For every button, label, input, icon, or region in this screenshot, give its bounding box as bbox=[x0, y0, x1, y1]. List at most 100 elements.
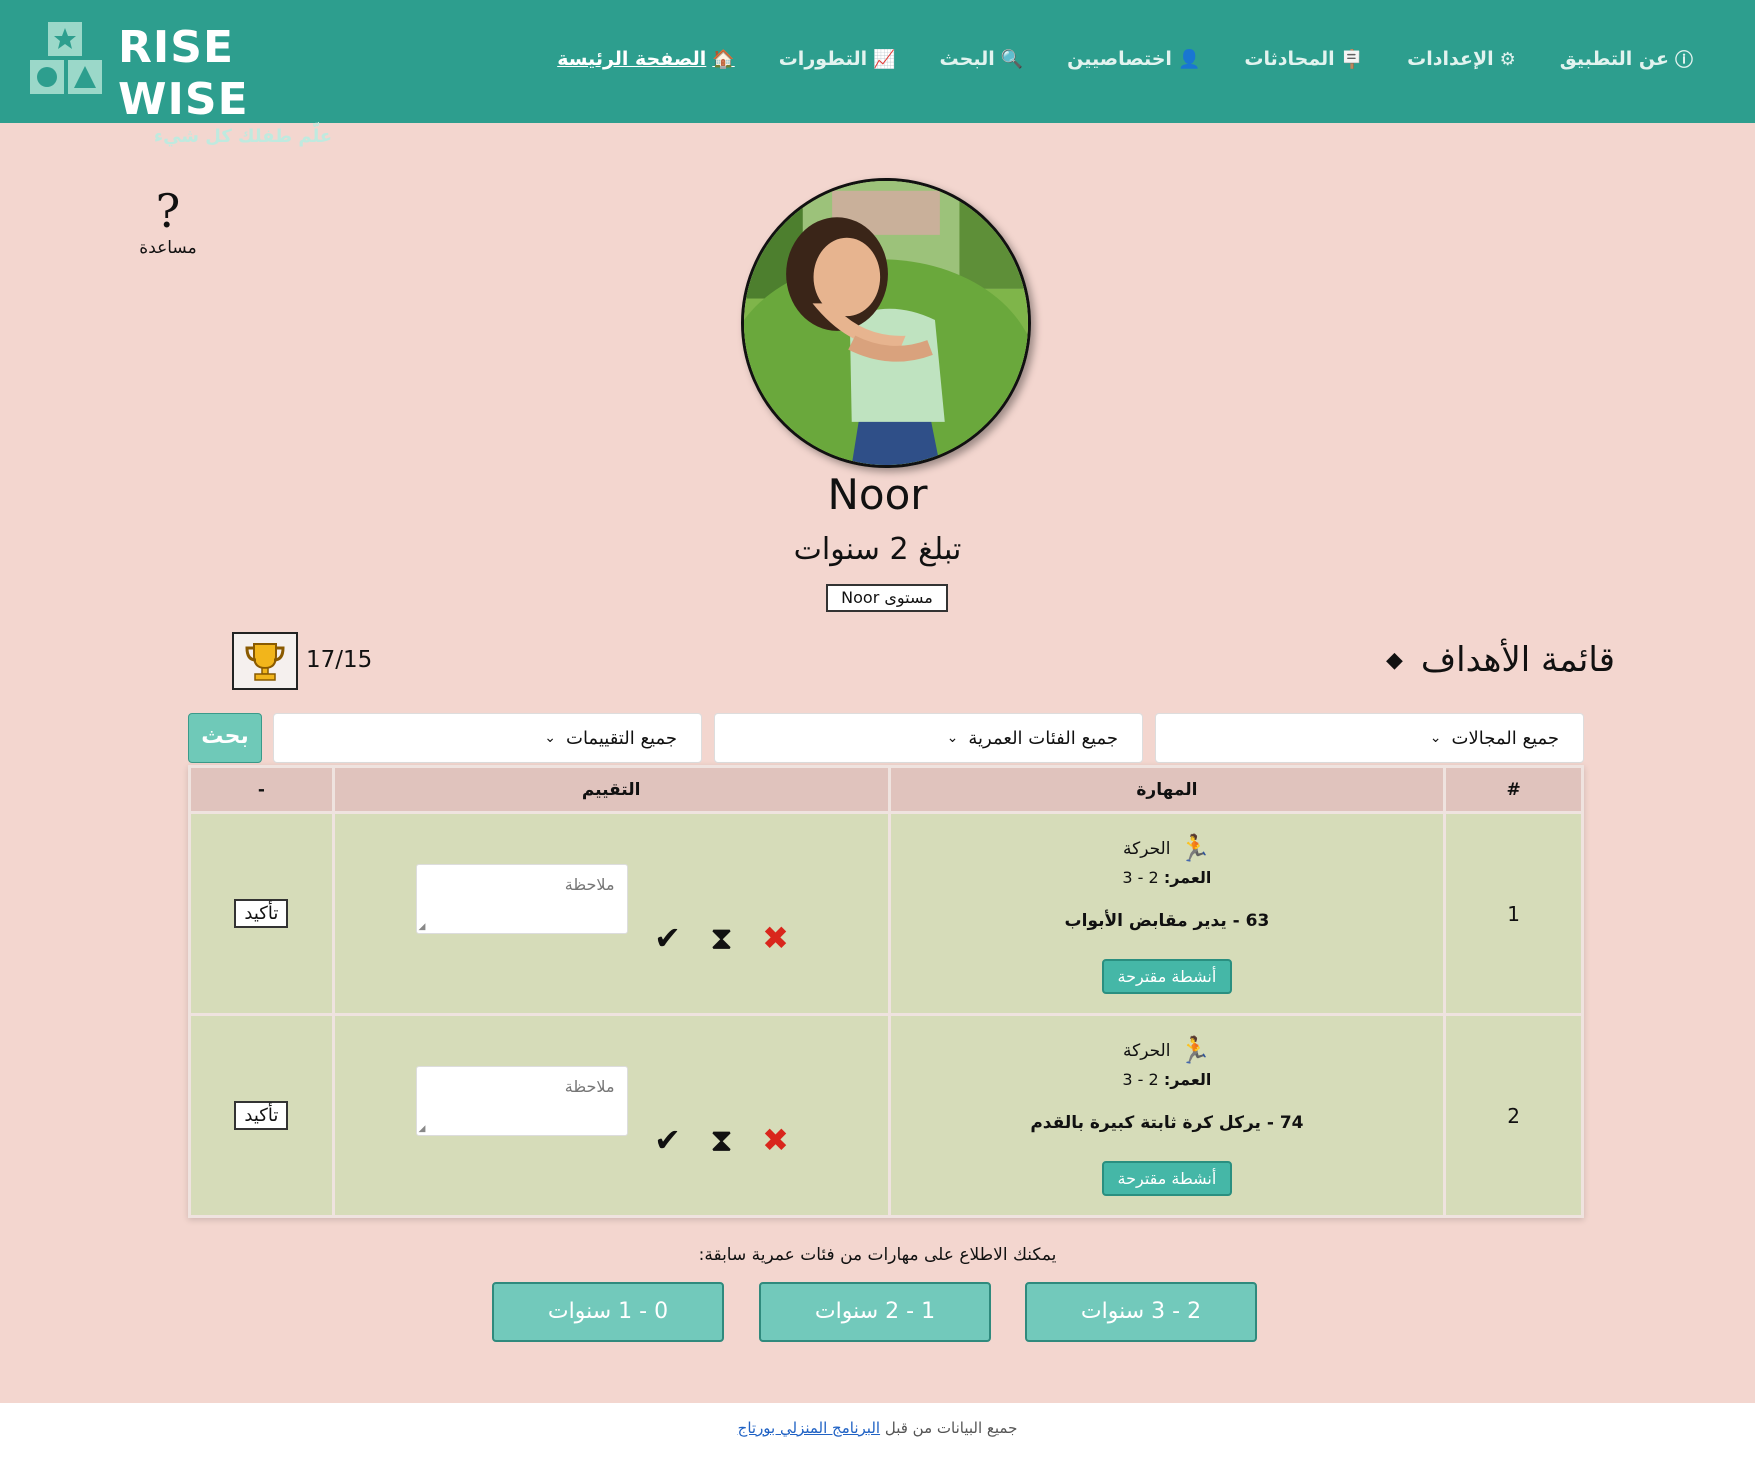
child-name: Noor bbox=[827, 470, 928, 519]
footer-text: جميع البيانات من قبل bbox=[884, 1419, 1018, 1437]
rating-cell: ملاحظة ◢ ✔ ⧗ ✖ bbox=[331, 811, 891, 1016]
table-header-row: # المهارة التقييم - bbox=[188, 765, 1584, 814]
chevron-down-icon: ⌄ bbox=[946, 730, 959, 746]
rating-filter[interactable]: جميع التقييمات ⌄ bbox=[273, 713, 702, 763]
person-icon: 👤 bbox=[1177, 48, 1201, 70]
table-row: 1 🏃 الحركة العمر: 2 - 3 63 - يدير مقابض … bbox=[188, 811, 1584, 1016]
chevron-down-icon: ⌄ bbox=[1429, 730, 1442, 746]
search-icon: 🔍 bbox=[1000, 48, 1024, 70]
age-label: العمر: bbox=[1163, 1069, 1212, 1089]
suggested-activities-button[interactable]: أنشطة مقترحة bbox=[1101, 958, 1233, 994]
rating-options: ✔ ⧗ ✖ bbox=[652, 922, 792, 954]
header-action: - bbox=[188, 765, 335, 814]
child-avatar bbox=[741, 178, 1031, 468]
previous-ages-text: يمكنك الاطلاع على مهارات من فئات عمرية س… bbox=[698, 1245, 1057, 1265]
chevron-down-icon: ⌄ bbox=[544, 730, 556, 746]
home-icon: 🏠 bbox=[712, 48, 735, 70]
check-icon[interactable]: ✔ bbox=[652, 922, 684, 954]
cross-icon[interactable]: ✖ bbox=[760, 1124, 792, 1156]
row-number: 1 bbox=[1443, 811, 1584, 1016]
main-nav: 🏠 الصفحة الرئيسة 📈 التطورات 🔍 البحث 👤 اخ… bbox=[557, 46, 1693, 72]
brand-tagline: علّم طفلك كل شيء bbox=[153, 126, 333, 147]
action-cell: تأكيد bbox=[188, 811, 335, 1016]
blocks-logo-icon[interactable] bbox=[30, 22, 102, 94]
note-placeholder: ملاحظة bbox=[564, 874, 615, 894]
age-value: 2 - 3 bbox=[1122, 867, 1159, 887]
info-icon: ⓘ bbox=[1675, 50, 1693, 71]
age-label: العمر: bbox=[1163, 867, 1212, 887]
domain-label: الحركة bbox=[1123, 838, 1171, 859]
age-group-button-0-1[interactable]: 0 - 1 سنوات bbox=[492, 1282, 724, 1342]
header-skill: المهارة bbox=[887, 765, 1447, 814]
check-icon[interactable]: ✔ bbox=[652, 1124, 684, 1156]
rating-cell: ملاحظة ◢ ✔ ⧗ ✖ bbox=[331, 1013, 891, 1218]
goals-heading: قائمة الأهداف ◆ bbox=[1386, 640, 1615, 680]
resize-handle-icon[interactable]: ◢ bbox=[419, 922, 426, 932]
trophy-icon bbox=[245, 643, 285, 681]
confirm-button[interactable]: تأكيد bbox=[234, 899, 289, 928]
age-value: 2 - 3 bbox=[1122, 1069, 1159, 1089]
hourglass-icon[interactable]: ⧗ bbox=[706, 1124, 738, 1156]
skill-domain: 🏃 الحركة bbox=[891, 834, 1444, 864]
child-age: تبلغ 2 سنوات bbox=[793, 532, 962, 567]
rating-filter-value: جميع التقييمات bbox=[566, 727, 677, 749]
nav-specialists[interactable]: 👤 اختصاصيين bbox=[1067, 46, 1200, 72]
child-photo bbox=[744, 181, 1028, 465]
chart-icon: 📈 bbox=[873, 48, 896, 70]
trophy-button[interactable] bbox=[232, 632, 298, 690]
age-filter[interactable]: جميع الفئات العمرية ⌄ bbox=[714, 713, 1143, 763]
nav-settings[interactable]: ⚙ الإعدادات bbox=[1407, 46, 1516, 72]
nav-specialists-label: اختصاصيين bbox=[1067, 48, 1172, 70]
footer-link[interactable]: البرنامج المنزلي بورتاج bbox=[738, 1419, 880, 1437]
question-mark-icon: ? bbox=[155, 184, 181, 238]
brand-name: RISE WISE bbox=[118, 22, 249, 125]
diamond-icon[interactable]: ◆ bbox=[1386, 648, 1403, 673]
confirm-button[interactable]: تأكيد bbox=[234, 1101, 289, 1130]
domain-label: الحركة bbox=[1123, 1040, 1171, 1061]
running-person-icon: 🏃 bbox=[1178, 833, 1211, 864]
nav-chats-label: المحادثات bbox=[1244, 48, 1335, 70]
footer: جميع البيانات من قبل البرنامج المنزلي بو… bbox=[0, 1403, 1755, 1460]
note-textarea[interactable]: ملاحظة ◢ bbox=[415, 1065, 628, 1136]
top-navbar: RISE WISE علّم طفلك كل شيء 🏠 الصفحة الرئ… bbox=[0, 0, 1755, 147]
skill-age: العمر: 2 - 3 bbox=[891, 1070, 1444, 1089]
skill-age: العمر: 2 - 3 bbox=[891, 868, 1444, 887]
domain-filter-value: جميع المجالات bbox=[1451, 727, 1559, 749]
search-button[interactable]: بحث bbox=[188, 713, 262, 763]
level-button[interactable]: مستوى Noor bbox=[826, 584, 948, 612]
rating-options: ✔ ⧗ ✖ bbox=[652, 1124, 792, 1156]
gear-icon: ⚙ bbox=[1499, 48, 1516, 70]
nav-search[interactable]: 🔍 البحث bbox=[940, 46, 1024, 72]
nav-home[interactable]: 🏠 الصفحة الرئيسة bbox=[557, 46, 735, 72]
skill-name: 63 - يدير مقابض الأبواب bbox=[1064, 910, 1270, 931]
hourglass-icon[interactable]: ⧗ bbox=[706, 922, 738, 954]
note-placeholder: ملاحظة bbox=[564, 1076, 615, 1096]
action-cell: تأكيد bbox=[188, 1013, 335, 1218]
domain-filter[interactable]: جميع المجالات ⌄ bbox=[1155, 713, 1584, 763]
brand[interactable]: RISE WISE علّم طفلك كل شيء bbox=[118, 22, 368, 147]
header-rating: التقييم bbox=[331, 765, 891, 814]
header-num: # bbox=[1443, 765, 1584, 814]
nav-progress-label: التطورات bbox=[778, 48, 868, 70]
skill-cell: 🏃 الحركة العمر: 2 - 3 74 - يركل كرة ثابت… bbox=[887, 1013, 1447, 1218]
goals-score: 17/15 bbox=[306, 647, 373, 673]
age-group-button-2-3[interactable]: 2 - 3 سنوات bbox=[1025, 1282, 1257, 1342]
sign-icon: 🪧 bbox=[1340, 48, 1364, 70]
table-row: 2 🏃 الحركة العمر: 2 - 3 74 - يركل كرة ثا… bbox=[188, 1013, 1584, 1218]
nav-home-label: الصفحة الرئيسة bbox=[557, 48, 707, 70]
help-label: مساعدة bbox=[139, 238, 197, 258]
suggested-activities-button[interactable]: أنشطة مقترحة bbox=[1101, 1160, 1233, 1196]
note-textarea[interactable]: ملاحظة ◢ bbox=[415, 863, 628, 934]
nav-progress[interactable]: 📈 التطورات bbox=[779, 46, 896, 72]
age-group-button-1-2[interactable]: 1 - 2 سنوات bbox=[759, 1282, 991, 1342]
skill-cell: 🏃 الحركة العمر: 2 - 3 63 - يدير مقابض ال… bbox=[887, 811, 1447, 1016]
cross-icon[interactable]: ✖ bbox=[760, 922, 792, 954]
resize-handle-icon[interactable]: ◢ bbox=[419, 1124, 426, 1134]
help-button[interactable]: ? مساعدة bbox=[126, 186, 210, 258]
row-number: 2 bbox=[1443, 1013, 1584, 1218]
nav-chats[interactable]: 🪧 المحادثات bbox=[1244, 46, 1363, 72]
skill-domain: 🏃 الحركة bbox=[891, 1036, 1444, 1066]
age-filter-value: جميع الفئات العمرية bbox=[968, 727, 1118, 749]
running-person-icon: 🏃 bbox=[1178, 1035, 1211, 1066]
nav-about[interactable]: ⓘ عن التطبيق bbox=[1560, 46, 1693, 72]
